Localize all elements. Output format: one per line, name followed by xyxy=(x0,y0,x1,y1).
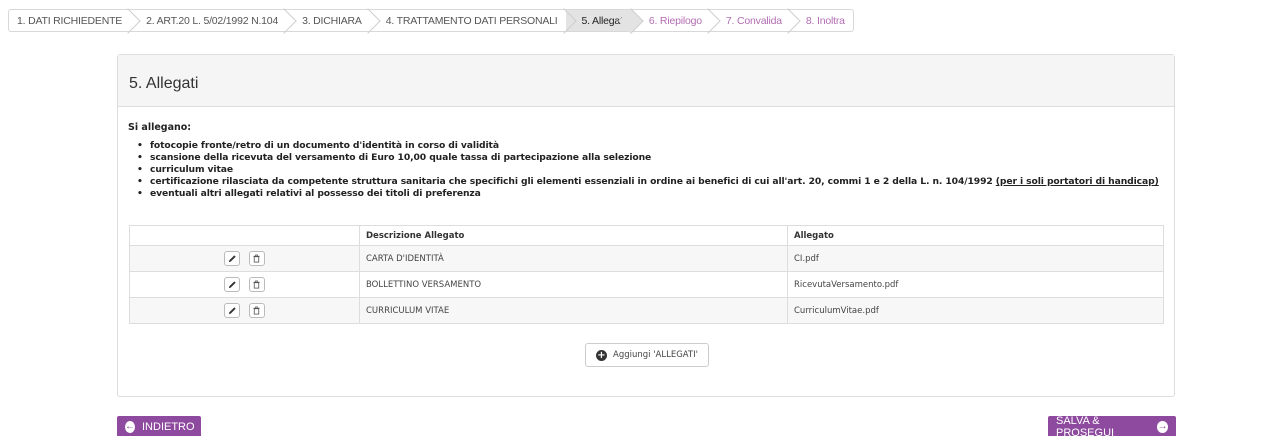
handicap-link[interactable]: (per i soli portatori di handicap) xyxy=(996,176,1159,187)
arrow-right-circle-icon: → xyxy=(1157,421,1168,433)
list-item: • certificazione rilasciata da competente… xyxy=(137,176,1159,187)
back-button[interactable]: ← INDIETRO xyxy=(117,416,201,436)
save-continue-button[interactable]: SALVA & PROSEGUI → xyxy=(1048,415,1176,436)
panel-header: 5. Allegati xyxy=(118,55,1174,107)
arrow-left-circle-icon: ← xyxy=(125,421,135,433)
pencil-icon[interactable] xyxy=(224,277,241,292)
list-item: • curriculum vitae xyxy=(137,164,234,175)
list-item: • eventuali altri allegati relativi al po… xyxy=(137,188,481,199)
cell-descrizione: CURRICULUM VITAE xyxy=(359,297,788,324)
plus-circle-icon: + xyxy=(596,349,607,361)
step-convalida[interactable]: 7. Convalida xyxy=(710,10,790,31)
page-title: 5. Allegati xyxy=(129,75,199,92)
step-dichiara[interactable]: 3. DICHIARA xyxy=(286,10,370,31)
col-actions-header xyxy=(129,225,360,246)
step-trattamento-dati[interactable]: 4. TRATTAMENTO DATI PERSONALI xyxy=(370,10,566,31)
cell-descrizione: CARTA D'IDENTITÀ xyxy=(359,245,788,272)
cell-allegato[interactable]: CI.pdf xyxy=(787,245,1164,272)
table-row: CARTA D'IDENTITÀ CI.pdf xyxy=(129,245,1164,272)
allegati-table: Descrizione Allegato Allegato CARTA D'ID… xyxy=(129,225,1164,324)
row-actions xyxy=(129,297,360,324)
trash-icon[interactable] xyxy=(248,251,265,266)
step-art20[interactable]: 2. ART.20 L. 5/02/1992 N.104 xyxy=(130,10,286,31)
next-label: SALVA & PROSEGUI xyxy=(1056,415,1115,436)
list-item: • fotocopie fronte/retro di un documento … xyxy=(137,140,499,151)
col-allegato-header: Allegato xyxy=(787,225,1164,246)
list-item: • scansione della ricevuta del versamento… xyxy=(137,152,652,163)
pencil-icon[interactable] xyxy=(224,303,241,318)
trash-icon[interactable] xyxy=(248,277,265,292)
table-row: CURRICULUM VITAE CurriculumVitae.pdf xyxy=(129,297,1164,324)
add-allegati-label: Aggiungi 'ALLEGATI' xyxy=(613,350,698,360)
back-label: INDIETRO xyxy=(142,421,195,433)
table-header-row: Descrizione Allegato Allegato xyxy=(129,225,1164,246)
cell-allegato[interactable]: CurriculumVitae.pdf xyxy=(787,297,1164,324)
cell-allegato[interactable]: RicevutaVersamento.pdf xyxy=(787,271,1164,298)
allegati-panel: 5. Allegati Si allegano: • fotocopie fron… xyxy=(117,54,1175,397)
wizard-steps: 1. DATI RICHIEDENTE 2. ART.20 L. 5/02/19… xyxy=(8,9,854,32)
col-descrizione-header: Descrizione Allegato xyxy=(359,225,788,246)
intro-text: Si allegano: xyxy=(128,122,192,133)
cell-descrizione: BOLLETTINO VERSAMENTO xyxy=(359,271,788,298)
trash-icon[interactable] xyxy=(248,303,265,318)
row-actions xyxy=(129,245,360,272)
table-row: BOLLETTINO VERSAMENTO RicevutaVersamento… xyxy=(129,271,1164,298)
add-allegati-button[interactable]: + Aggiungi 'ALLEGATI' xyxy=(585,343,709,367)
allegati-list: • fotocopie fronte/retro di un documento … xyxy=(128,140,1164,200)
pencil-icon[interactable] xyxy=(224,251,241,266)
step-riepilogo[interactable]: 6. Riepilogo xyxy=(633,10,710,31)
row-actions xyxy=(129,271,360,298)
step-dati-richiedente[interactable]: 1. DATI RICHIEDENTE xyxy=(9,10,130,31)
panel-body: Si allegano: • fotocopie fronte/retro di … xyxy=(118,107,1174,200)
